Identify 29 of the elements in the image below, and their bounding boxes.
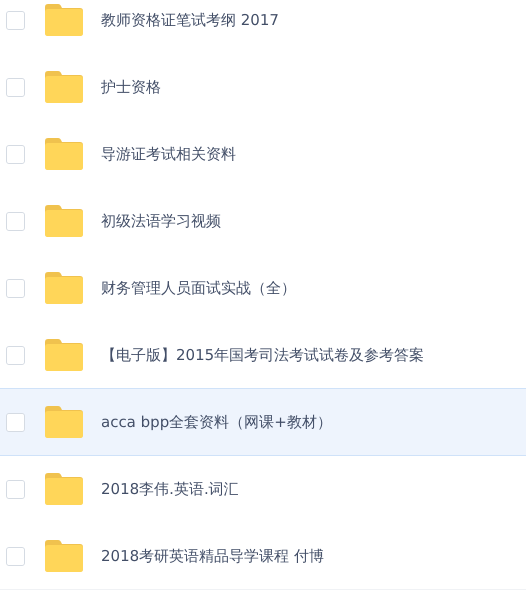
folder-name[interactable]: acca bpp全套资料（网课+教材） xyxy=(101,412,332,432)
checkbox[interactable] xyxy=(6,144,25,164)
folder-icon xyxy=(45,71,83,103)
folder-icon xyxy=(45,540,83,572)
checkbox[interactable] xyxy=(6,480,25,498)
folder-name[interactable]: 【电子版】2015年国考司法考试试卷及参考答案 xyxy=(101,346,424,364)
folder-name[interactable]: 2018考研英语精品导学课程 付博 xyxy=(101,546,324,566)
folder-name[interactable]: 财务管理人员面试实战（全） xyxy=(101,278,296,298)
folder-name[interactable]: 初级法语学习视频 xyxy=(101,212,221,230)
folder-icon xyxy=(45,205,83,237)
folder-icon xyxy=(45,4,83,36)
folder-name[interactable]: 教师资格证笔试考纲 2017 xyxy=(101,10,279,30)
file-row[interactable]: 2018考研英语精品导学课程 付博 xyxy=(0,522,526,590)
checkbox[interactable] xyxy=(6,78,25,96)
folder-icon xyxy=(45,406,83,438)
folder-icon xyxy=(45,339,83,371)
file-row-highlighted[interactable]: acca bpp全套资料（网课+教材） xyxy=(0,388,526,456)
checkbox[interactable] xyxy=(6,10,25,30)
folder-icon xyxy=(45,473,83,505)
folder-name[interactable]: 2018李伟.英语.词汇 xyxy=(101,480,239,498)
folder-name[interactable]: 护士资格 xyxy=(101,78,161,96)
checkbox[interactable] xyxy=(6,278,25,298)
folder-icon xyxy=(45,138,83,170)
folder-icon xyxy=(45,272,83,304)
checkbox[interactable] xyxy=(6,212,25,230)
checkbox[interactable] xyxy=(6,346,25,364)
folder-name[interactable]: 导游证考试相关资料 xyxy=(101,144,236,164)
checkbox[interactable] xyxy=(6,546,25,566)
checkbox[interactable] xyxy=(6,412,25,432)
